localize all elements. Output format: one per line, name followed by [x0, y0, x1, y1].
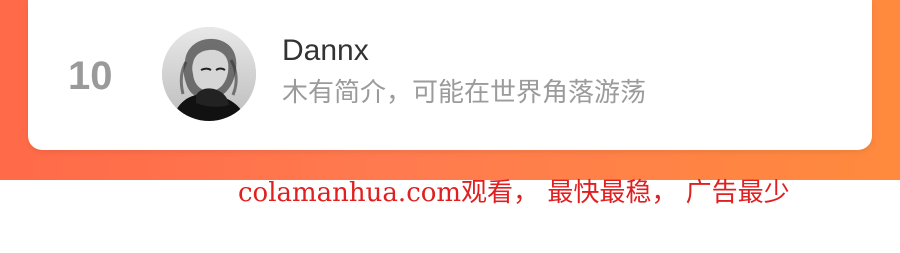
page: 10 Dannx 木有简介，可能在世界角落游荡 colamanhua.com观看…	[0, 0, 900, 253]
rank-number: 10	[68, 54, 113, 98]
user-bio: 木有简介，可能在世界角落游荡	[282, 78, 647, 108]
ranking-card[interactable]	[28, 0, 872, 150]
avatar-portrait-icon	[162, 27, 256, 121]
watermark-text: colamanhua.com观看， 最快最稳， 广告最少	[238, 178, 790, 208]
user-avatar[interactable]	[162, 27, 256, 121]
user-name[interactable]: Dannx	[282, 33, 369, 69]
